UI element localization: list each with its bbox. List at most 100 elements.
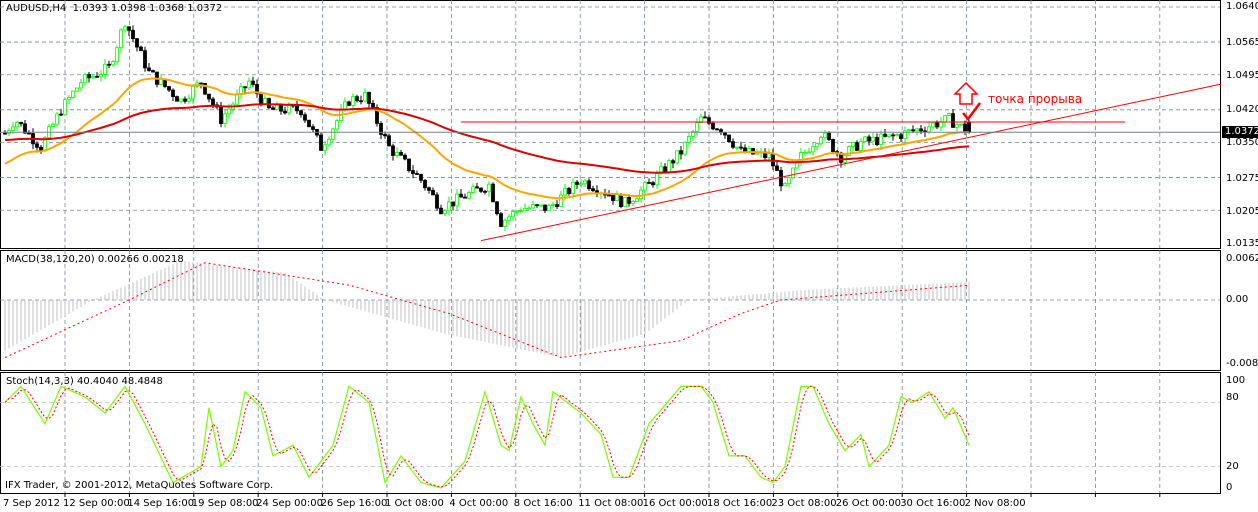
candle-bear	[147, 67, 151, 71]
candle-bull	[71, 90, 75, 98]
candle-bear	[371, 102, 375, 108]
ohlc-open: 1.0393	[72, 3, 108, 14]
candle-bear	[967, 122, 971, 133]
candle-bear	[295, 105, 299, 112]
candle-bear	[715, 128, 719, 131]
candle-bear	[367, 92, 371, 104]
time-axis-label: 2 Nov 08:00	[964, 498, 1026, 509]
candle-bear	[831, 139, 835, 152]
stoch-axis-label: 0	[1226, 482, 1233, 493]
candle-bull	[931, 122, 935, 128]
candle-bear	[303, 114, 307, 121]
candle-bull	[343, 101, 347, 110]
time-axis-label: 19 Sep 08:00	[191, 498, 259, 509]
candle-bull	[327, 138, 331, 146]
candle-bull	[467, 192, 471, 199]
candle-bear	[491, 183, 495, 203]
candle-bear	[543, 204, 547, 211]
candle-bear	[387, 135, 391, 147]
time-axis-label: 26 Sep 16:00	[320, 498, 388, 509]
candle-bear	[251, 80, 255, 85]
candle-bear	[307, 119, 311, 128]
candle-bull	[675, 150, 679, 164]
candle-bull	[583, 180, 587, 185]
candle-bear	[411, 170, 415, 174]
candle-bear	[135, 38, 139, 48]
candle-bear	[555, 204, 559, 207]
candle-bull	[55, 113, 59, 125]
candle-bull	[63, 99, 67, 116]
candle-bull	[287, 104, 291, 114]
candle-bull	[191, 86, 195, 100]
candle-bear	[951, 113, 955, 128]
candle-bear	[883, 133, 887, 137]
candle-bear	[127, 26, 131, 31]
symbol-header: AUDUSD,H4 1.0393 1.0398 1.0368 1.0372	[6, 3, 222, 15]
candle-bear	[431, 189, 435, 196]
candle-bear	[439, 207, 443, 215]
candle-bull	[515, 210, 519, 213]
candle-bull	[791, 167, 795, 179]
candle-bear	[499, 213, 503, 227]
candle-bull	[927, 126, 931, 133]
candle-bull	[635, 198, 639, 202]
ohlc-close: 1.0372	[187, 3, 223, 14]
candle-bull	[915, 128, 919, 132]
candle-bull	[559, 194, 563, 207]
candle-bull	[879, 133, 883, 145]
time-axis-label: 30 Oct 16:00	[900, 498, 966, 509]
candle-bull	[811, 146, 815, 153]
candle-bull	[547, 204, 551, 211]
candle-bear	[419, 174, 423, 181]
candle-bull	[363, 92, 367, 102]
candle-bull	[643, 182, 647, 191]
candle-bear	[355, 96, 359, 102]
chart-canvas[interactable]	[0, 0, 1258, 512]
candle-bear	[475, 186, 479, 189]
candle-bear	[827, 132, 831, 140]
candle-bear	[727, 134, 731, 143]
stoch-axis-label: 100	[1226, 375, 1246, 386]
candle-bear	[711, 122, 715, 130]
candle-bull	[863, 136, 867, 143]
candle-bull	[187, 98, 191, 102]
candle-bear	[19, 121, 23, 125]
candle-bear	[151, 70, 155, 73]
candle-bear	[627, 197, 631, 204]
candle-bear	[607, 194, 611, 197]
candle-bull	[803, 151, 807, 154]
candle-bear	[867, 136, 871, 142]
time-axis-label: 16 Oct 00:00	[642, 498, 708, 509]
candle-bear	[919, 128, 923, 132]
panel-frame	[0, 250, 1221, 371]
symbol-name: AUDUSD,H4	[6, 3, 67, 14]
candle-bull	[887, 134, 891, 137]
candle-bull	[859, 141, 863, 151]
candle-bull	[907, 129, 911, 132]
candle-bull	[735, 146, 739, 149]
time-axis-label: 11 Oct 08:00	[578, 498, 644, 509]
candle-bear	[267, 98, 271, 109]
candle-bull	[323, 144, 327, 151]
candle-bull	[51, 123, 55, 127]
candle-bear	[591, 188, 595, 192]
candle-bull	[631, 201, 635, 204]
candle-bull	[527, 207, 531, 210]
candle-bear	[143, 50, 147, 69]
candle-bear	[891, 134, 895, 137]
candle-bull	[815, 143, 819, 148]
panel-frame	[0, 0, 1221, 249]
candle-bear	[95, 75, 99, 78]
copyright-text: IFX Trader, © 2001-2012, MetaQuotes Soft…	[5, 480, 274, 491]
candle-bear	[383, 134, 387, 137]
price-axis-label: 1.0350	[1226, 137, 1258, 148]
candle-bear	[899, 134, 903, 139]
candle-bear	[379, 123, 383, 135]
candle-bear	[855, 142, 859, 151]
candle-bear	[283, 110, 287, 114]
candle-bull	[959, 123, 963, 126]
stoch-axis-label: 20	[1226, 461, 1239, 472]
candle-bull	[79, 82, 83, 89]
stoch-main-line	[4, 385, 970, 489]
candle-bull	[571, 181, 575, 194]
